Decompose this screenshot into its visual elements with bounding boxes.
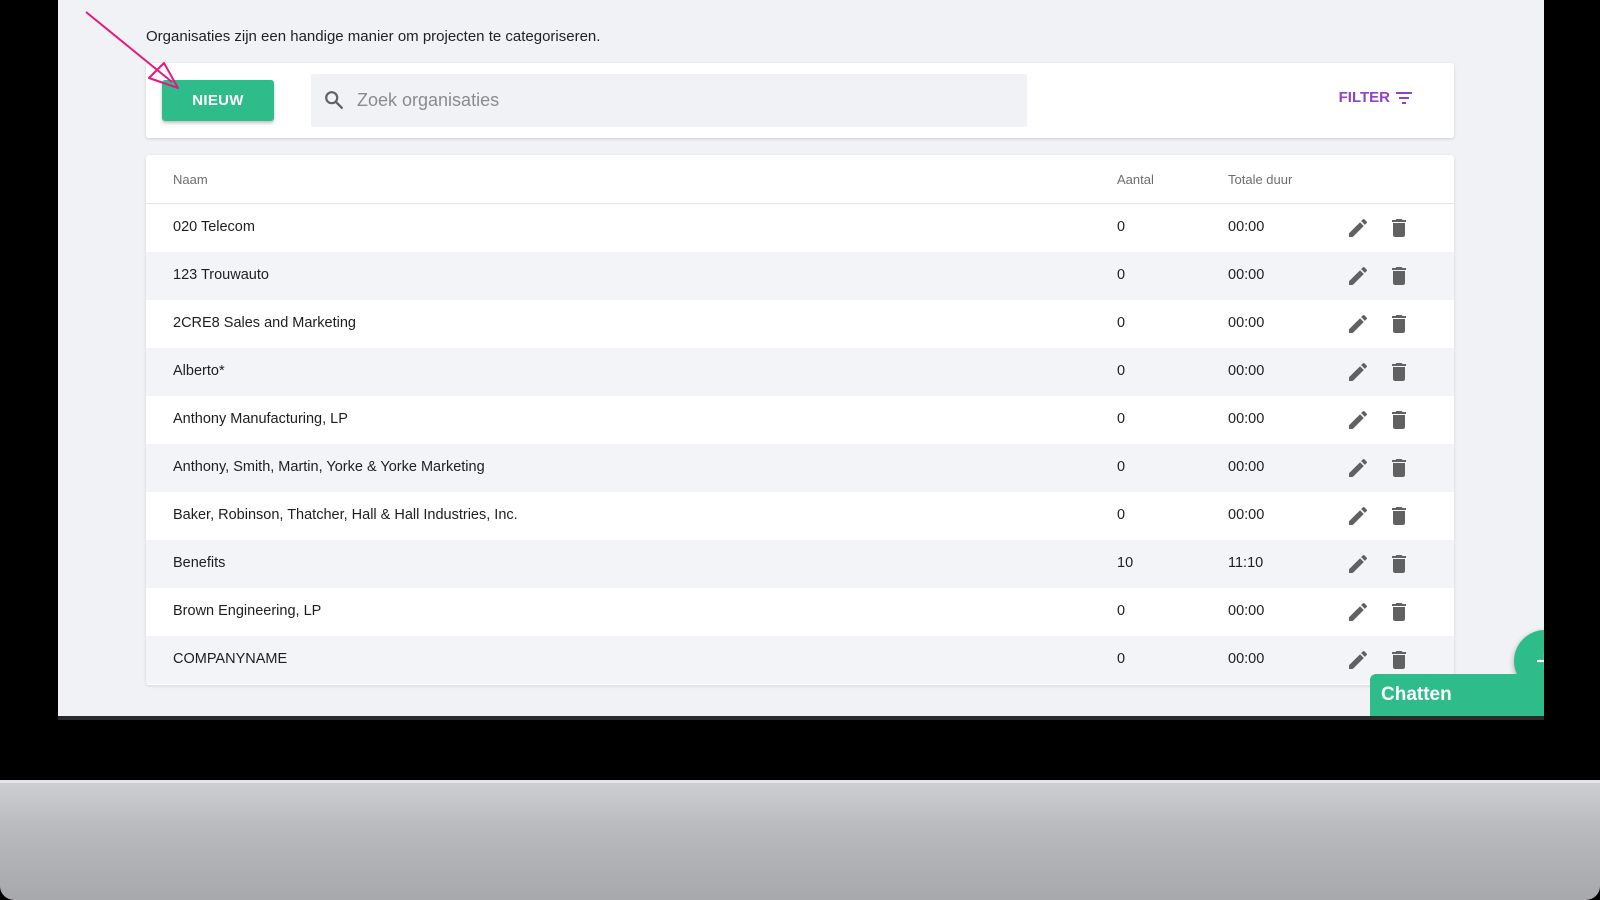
trash-icon[interactable] <box>1387 456 1411 480</box>
new-organisation-button[interactable]: NIEUW <box>162 80 274 121</box>
project-count: 10 <box>1117 555 1134 571</box>
table-header: Naam Aantal Totale duur <box>146 155 1454 204</box>
project-count: 0 <box>1117 459 1126 475</box>
total-duration: 00:00 <box>1228 459 1265 475</box>
trash-icon[interactable] <box>1387 408 1411 432</box>
total-duration: 00:00 <box>1228 315 1265 331</box>
organisation-name: Anthony Manufacturing, LP <box>173 411 348 427</box>
chat-label: Chatten <box>1381 684 1452 705</box>
table-row[interactable]: 020 Telecom 0 00:00 <box>146 204 1454 252</box>
total-duration: 00:00 <box>1228 363 1265 379</box>
organisation-name: Anthony, Smith, Martin, Yorke & Yorke Ma… <box>173 459 485 475</box>
project-count: 0 <box>1117 363 1126 379</box>
project-count: 0 <box>1117 411 1126 427</box>
total-duration: 00:00 <box>1228 603 1265 619</box>
table-row[interactable]: Anthony Manufacturing, LP 0 00:00 <box>146 396 1454 444</box>
pencil-icon[interactable] <box>1346 216 1370 240</box>
total-duration: 00:00 <box>1228 507 1265 523</box>
trash-icon[interactable] <box>1387 264 1411 288</box>
pencil-icon[interactable] <box>1346 504 1370 528</box>
organisation-name: Baker, Robinson, Thatcher, Hall & Hall I… <box>173 507 518 523</box>
screen-bezel-edge <box>58 716 1544 720</box>
trash-icon[interactable] <box>1387 216 1411 240</box>
organisation-name: Benefits <box>173 555 226 571</box>
column-header-count[interactable]: Aantal <box>1117 172 1154 187</box>
organisation-name: Alberto* <box>173 363 225 379</box>
trash-icon[interactable] <box>1387 600 1411 624</box>
pencil-icon[interactable] <box>1346 456 1370 480</box>
toolbar: NIEUW FILTER <box>146 63 1454 138</box>
filter-label: FILTER <box>1338 89 1390 106</box>
table-row[interactable]: Brown Engineering, LP 0 00:00 <box>146 588 1454 636</box>
pencil-icon[interactable] <box>1346 552 1370 576</box>
table-row[interactable]: COMPANYNAME 0 00:00 <box>146 636 1454 684</box>
project-count: 0 <box>1117 507 1126 523</box>
table-row[interactable]: Baker, Robinson, Thatcher, Hall & Hall I… <box>146 492 1454 540</box>
total-duration: 11:10 <box>1228 555 1264 571</box>
trash-icon[interactable] <box>1387 312 1411 336</box>
trash-icon[interactable] <box>1387 504 1411 528</box>
search-input[interactable] <box>357 74 1007 127</box>
table-body: 020 Telecom 0 00:00 123 Trouwauto 0 00:00 2CRE… <box>146 204 1454 684</box>
organisation-name: 020 Telecom <box>173 219 255 235</box>
column-header-name[interactable]: Naam <box>173 172 208 187</box>
pencil-icon[interactable] <box>1346 600 1370 624</box>
project-count: 0 <box>1117 219 1126 235</box>
pencil-icon[interactable] <box>1346 264 1370 288</box>
pencil-icon[interactable] <box>1346 648 1370 672</box>
pencil-icon[interactable] <box>1346 408 1370 432</box>
plus-icon <box>1537 653 1544 669</box>
filter-button[interactable]: FILTER <box>1339 89 1412 106</box>
organisation-name: 123 Trouwauto <box>173 267 269 283</box>
organisation-name: Brown Engineering, LP <box>173 603 322 619</box>
table-row[interactable]: Alberto* 0 00:00 <box>146 348 1454 396</box>
app-screen: Organisaties zijn een handige manier om … <box>58 0 1544 716</box>
project-count: 0 <box>1117 315 1126 331</box>
search-box[interactable] <box>311 74 1027 127</box>
chat-widget[interactable]: Chatten <box>1370 674 1544 716</box>
table-row[interactable]: Anthony, Smith, Martin, Yorke & Yorke Ma… <box>146 444 1454 492</box>
total-duration: 00:00 <box>1228 651 1265 667</box>
trash-icon[interactable] <box>1387 552 1411 576</box>
organisations-table: Naam Aantal Totale duur 020 Telecom 0 00:0… <box>146 155 1454 685</box>
trash-icon[interactable] <box>1387 360 1411 384</box>
pencil-icon[interactable] <box>1346 312 1370 336</box>
filter-icon <box>1396 91 1412 104</box>
organisation-name: COMPANYNAME <box>173 651 288 667</box>
search-icon <box>325 91 343 109</box>
trash-icon[interactable] <box>1387 648 1411 672</box>
total-duration: 00:00 <box>1228 267 1265 283</box>
table-row[interactable]: 2CRE8 Sales and Marketing 0 00:00 <box>146 300 1454 348</box>
project-count: 0 <box>1117 603 1126 619</box>
table-row[interactable]: Benefits 10 11:10 <box>146 540 1454 588</box>
organisation-name: 2CRE8 Sales and Marketing <box>173 315 356 331</box>
laptop-base <box>0 780 1600 900</box>
column-header-duration[interactable]: Totale duur <box>1228 172 1292 187</box>
project-count: 0 <box>1117 651 1126 667</box>
project-count: 0 <box>1117 267 1126 283</box>
table-row[interactable]: 123 Trouwauto 0 00:00 <box>146 252 1454 300</box>
pencil-icon[interactable] <box>1346 360 1370 384</box>
total-duration: 00:00 <box>1228 411 1265 427</box>
total-duration: 00:00 <box>1228 219 1265 235</box>
page-intro: Organisaties zijn een handige manier om … <box>146 28 601 45</box>
